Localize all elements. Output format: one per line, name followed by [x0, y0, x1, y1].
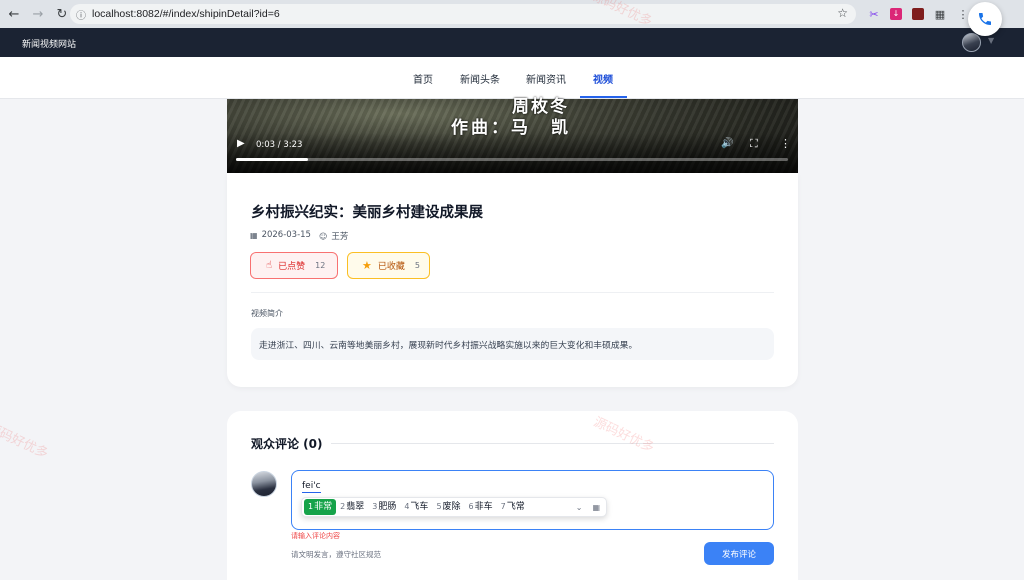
- watermark: 源码好优多: [0, 420, 51, 462]
- ime-candidate[interactable]: 1非常: [304, 499, 337, 515]
- phone-icon: [979, 13, 991, 25]
- nav-active-indicator: [580, 96, 627, 98]
- site-name[interactable]: 新闻视频网站: [22, 37, 76, 50]
- validation-error: 请输入评论内容: [291, 532, 340, 540]
- ime-composition-text: fei'c: [302, 481, 321, 493]
- ime-candidate[interactable]: 6非车: [465, 499, 497, 515]
- ime-candidate[interactable]: 5废除: [432, 499, 464, 515]
- date-text: 2026-03-15: [261, 230, 311, 240]
- more-options-icon[interactable]: ⋮: [780, 137, 791, 150]
- author: ☺ 王芳: [319, 230, 349, 243]
- ime-candidate[interactable]: 2翡翠: [336, 499, 368, 515]
- phone-call-button[interactable]: [968, 2, 1002, 36]
- fullscreen-icon[interactable]: ⛶: [750, 137, 758, 151]
- video-progress-fill: [236, 158, 308, 161]
- ime-candidate[interactable]: 7飞常: [497, 499, 529, 515]
- site-header: 新闻视频网站 ▼: [0, 28, 1024, 57]
- reload-icon[interactable]: ↻: [52, 4, 72, 24]
- nav-item-home[interactable]: 首页: [413, 71, 433, 86]
- back-icon[interactable]: ←: [4, 4, 24, 24]
- like-count: 12: [315, 261, 326, 270]
- volume-icon[interactable]: 🔊: [721, 138, 733, 149]
- video-time: 0:03 / 3:23: [256, 140, 303, 150]
- divider: [331, 443, 774, 444]
- nav-item-video[interactable]: 视频: [593, 71, 613, 86]
- video-title: 乡村振兴纪实：美丽乡村建设成果展: [251, 205, 483, 221]
- address-bar[interactable]: ⓘ localhost:8082/#/index/shipinDetail?id…: [70, 4, 856, 24]
- star-icon: ★: [362, 259, 372, 272]
- favorite-button[interactable]: ★ 已收藏 5: [347, 252, 430, 279]
- like-label: 已点赞: [278, 262, 306, 272]
- play-icon[interactable]: ▶: [237, 138, 245, 149]
- url-text: localhost:8082/#/index/shipinDetail?id=6: [92, 8, 280, 20]
- comment-hint: 请文明发言，遵守社区规范: [291, 550, 381, 559]
- extension-app-icon[interactable]: [910, 6, 926, 22]
- extension-download-icon[interactable]: ↓: [888, 6, 904, 22]
- user-icon: ☺: [319, 231, 328, 241]
- favorite-label: 已收藏: [377, 262, 405, 272]
- ime-candidate[interactable]: 3肥肠: [368, 499, 400, 515]
- user-avatar[interactable]: [962, 33, 981, 52]
- nav-item-headlines[interactable]: 新闻头条: [460, 71, 500, 86]
- favorite-count: 5: [414, 261, 420, 270]
- chevron-down-icon[interactable]: ▼: [988, 36, 994, 45]
- video-progress-bar[interactable]: [236, 158, 788, 161]
- ime-candidate-bar: 1非常 2翡翠 3肥肠 4飞车 5废除 6非车 7飞常 ⌄ ▦: [301, 497, 607, 517]
- forward-icon[interactable]: →: [28, 4, 48, 24]
- extensions-puzzle-icon[interactable]: ▦: [932, 6, 948, 22]
- bookmark-star-icon[interactable]: ☆: [837, 6, 848, 20]
- intro-label: 视频简介: [251, 309, 283, 318]
- chevron-down-icon[interactable]: ⌄: [576, 503, 583, 512]
- publish-date: ▦ 2026-03-15: [250, 230, 311, 240]
- intro-text: 走进浙江、四川、云南等地美丽乡村，展现新时代乡村振兴战略实施以来的巨大变化和丰硕…: [251, 328, 774, 360]
- browser-toolbar: ← → ↻ ⓘ localhost:8082/#/index/shipinDet…: [0, 0, 1024, 28]
- grid-icon[interactable]: ▦: [592, 503, 600, 512]
- avatar: [251, 471, 277, 497]
- calendar-icon: ▦: [250, 230, 258, 240]
- extension-scissors-icon[interactable]: ✂: [866, 6, 882, 22]
- thumbs-up-icon: ☝: [266, 260, 273, 271]
- video-info-card: 乡村振兴纪实：美丽乡村建设成果展 ▦ 2026-03-15 ☺ 王芳 ☝ 已点赞…: [227, 173, 798, 387]
- like-button[interactable]: ☝ 已点赞 12: [250, 252, 338, 279]
- divider: [251, 292, 774, 293]
- ime-candidate[interactable]: 4飞车: [400, 499, 432, 515]
- comments-section: 观众评论 (0) fei'c 1非常 2翡翠 3肥肠 4飞车 5废除 6非车 7…: [227, 411, 798, 580]
- comments-title: 观众评论 (0): [251, 437, 323, 451]
- nav-item-news[interactable]: 新闻资讯: [526, 71, 566, 86]
- video-subtitle-bottom: 作曲：马 凯: [451, 118, 571, 138]
- author-name: 王芳: [331, 232, 349, 242]
- submit-comment-button[interactable]: 发布评论: [704, 542, 774, 565]
- site-info-icon[interactable]: ⓘ: [76, 7, 86, 22]
